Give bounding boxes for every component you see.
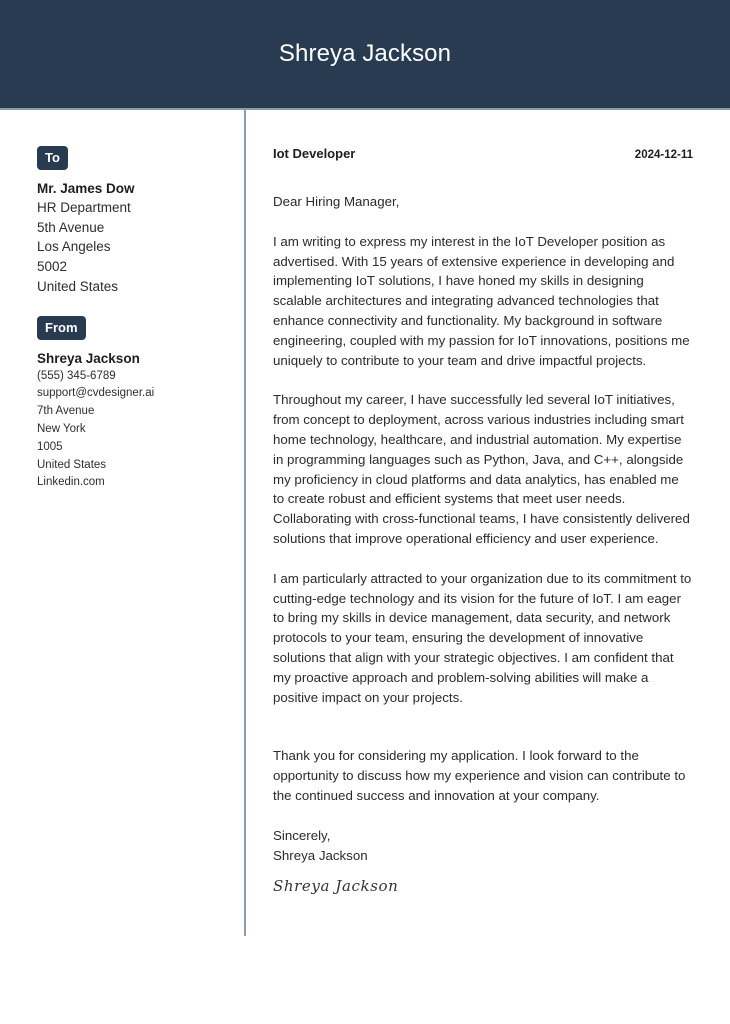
recipient-country: United States xyxy=(37,278,119,294)
signature: Shreya Jackson xyxy=(273,877,399,896)
recipient-department: HR Department xyxy=(37,200,131,215)
closing-phrase: Sincerely, xyxy=(273,827,331,843)
sender-name: Shreya Jackson xyxy=(37,350,140,366)
recipient-street: 5th Avenue xyxy=(37,219,105,235)
sender-phone: (555) 345-6789 xyxy=(37,369,116,382)
recipient-zip: 5002 xyxy=(37,259,68,275)
letter-date: 2024-12-11 xyxy=(634,149,693,161)
sender-city: New York xyxy=(37,422,86,435)
header-name: Shreya Jackson xyxy=(278,40,452,67)
paragraph: I am writing to express my interest in t… xyxy=(273,233,690,368)
recipient-name: Mr. James Dow xyxy=(37,181,135,196)
to-badge: To xyxy=(37,146,68,170)
recipient-block: To Mr. James Dow HR Department 5th Avenu… xyxy=(37,146,237,297)
sidebar: To Mr. James Dow HR Department 5th Avenu… xyxy=(37,146,237,492)
sender-block: From Shreya Jackson (555) 345-6789 suppo… xyxy=(37,315,237,493)
paragraph: I am particularly attracted to your orga… xyxy=(273,570,692,705)
from-badge: From xyxy=(37,315,86,340)
page-header: Shreya Jackson xyxy=(0,0,730,110)
column-divider xyxy=(244,110,246,936)
letter-top-row: Iot Developer 2024-12-11 xyxy=(273,146,693,161)
recipient-city: Los Angeles xyxy=(37,239,111,255)
letter-body: Iot Developer 2024-12-11 Dear Hiring Man… xyxy=(273,146,693,895)
paragraph: Thank you for considering my application… xyxy=(273,748,686,803)
sender-country: United States xyxy=(37,458,107,471)
paragraph: Throughout my career, I have successfull… xyxy=(273,392,690,546)
sender-zip: 1005 xyxy=(37,440,63,453)
greeting: Dear Hiring Manager, xyxy=(273,194,400,209)
closing-name: Shreya Jackson xyxy=(273,847,368,863)
sender-email: support@cvdesigner.ai xyxy=(37,387,155,400)
job-title: Iot Developer xyxy=(273,146,356,161)
sender-street: 7th Avenue xyxy=(37,405,95,418)
sender-linkedin: Linkedin.com xyxy=(37,476,105,489)
closing: Sincerely, Shreya Jackson xyxy=(273,826,693,866)
